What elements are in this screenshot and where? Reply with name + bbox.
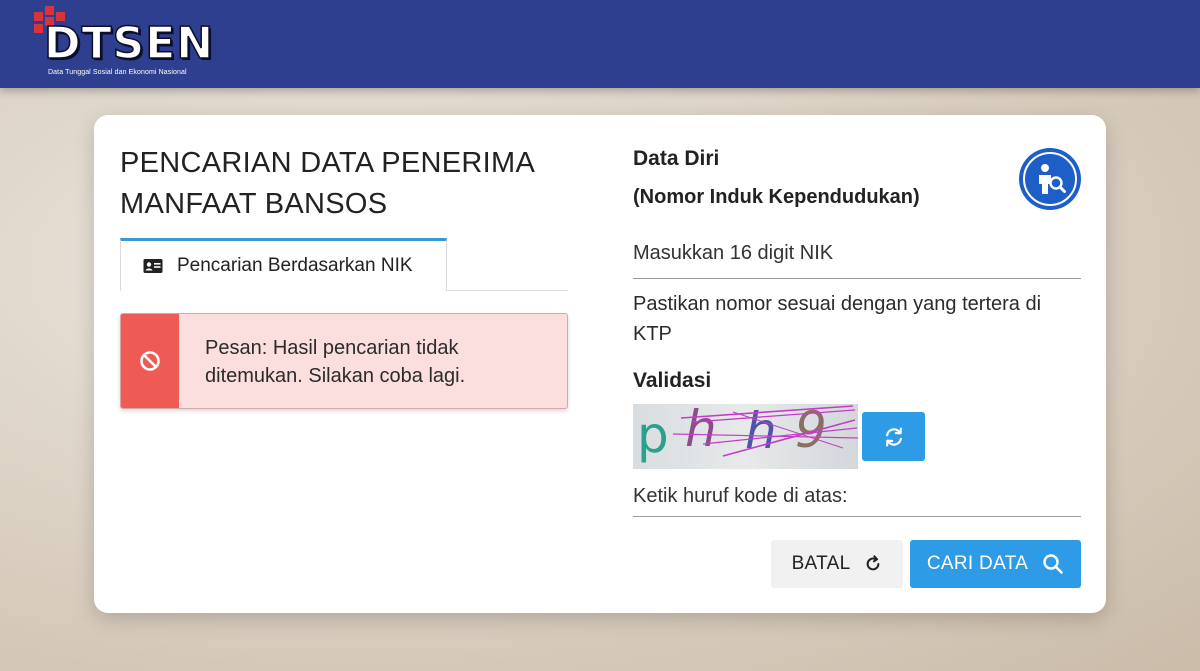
- id-card-icon: [143, 259, 163, 273]
- captcha-image: p h h 9: [633, 404, 858, 469]
- nik-hint: Pastikan nomor sesuai dengan yang terter…: [633, 293, 1042, 345]
- user-search-badge: [1019, 148, 1081, 210]
- captcha-noise-lines: [672, 405, 858, 457]
- cancel-button[interactable]: BATAL: [771, 540, 903, 588]
- tab-label: Pencarian Berdasarkan NIK: [177, 255, 413, 276]
- tab-nik-search[interactable]: Pencarian Berdasarkan NIK: [120, 238, 447, 291]
- dtsen-logo[interactable]: DTSEN Data Tunggal Sosial dan Ekonomi Na…: [34, 6, 214, 82]
- captcha-refresh-button[interactable]: [862, 412, 925, 461]
- ban-icon: [140, 351, 160, 371]
- section-subtitle: (Nomor Induk Kependudukan): [633, 186, 920, 208]
- error-alert: Pesan: Hasil pencarian tidak ditemukan. …: [120, 313, 568, 409]
- cancel-button-label: BATAL: [791, 553, 851, 574]
- top-header-bar: DTSEN Data Tunggal Sosial dan Ekonomi Na…: [0, 0, 1200, 88]
- alert-icon-strip: [121, 314, 179, 408]
- captcha-input[interactable]: [633, 477, 1081, 517]
- user-search-icon: [1039, 164, 1066, 194]
- rotate-icon: [867, 555, 880, 571]
- search-card: PENCARIAN DATA PENERIMA MANFAAT BANSOS P…: [94, 115, 1106, 613]
- personal-data-form: Data Diri (Nomor Induk Kependudukan) Pas…: [633, 115, 1081, 613]
- search-icon: [1043, 554, 1063, 574]
- search-button-label: CARI DATA: [926, 553, 1029, 574]
- search-tabs: Pencarian Berdasarkan NIK: [120, 238, 568, 291]
- search-data-button[interactable]: CARI DATA: [910, 540, 1081, 588]
- refresh-icon: [885, 426, 902, 447]
- page-title: PENCARIAN DATA PENERIMA MANFAAT BANSOS: [120, 147, 534, 220]
- nik-input[interactable]: [633, 229, 1081, 279]
- validation-title: Validasi: [633, 369, 712, 392]
- section-title: Data Diri: [633, 147, 720, 170]
- logo-text: DTSEN: [43, 18, 215, 69]
- alert-message: Pesan: Hasil pencarian tidak ditemukan. …: [205, 337, 466, 387]
- logo-subtitle: Data Tunggal Sosial dan Ekonomi Nasional: [48, 69, 187, 76]
